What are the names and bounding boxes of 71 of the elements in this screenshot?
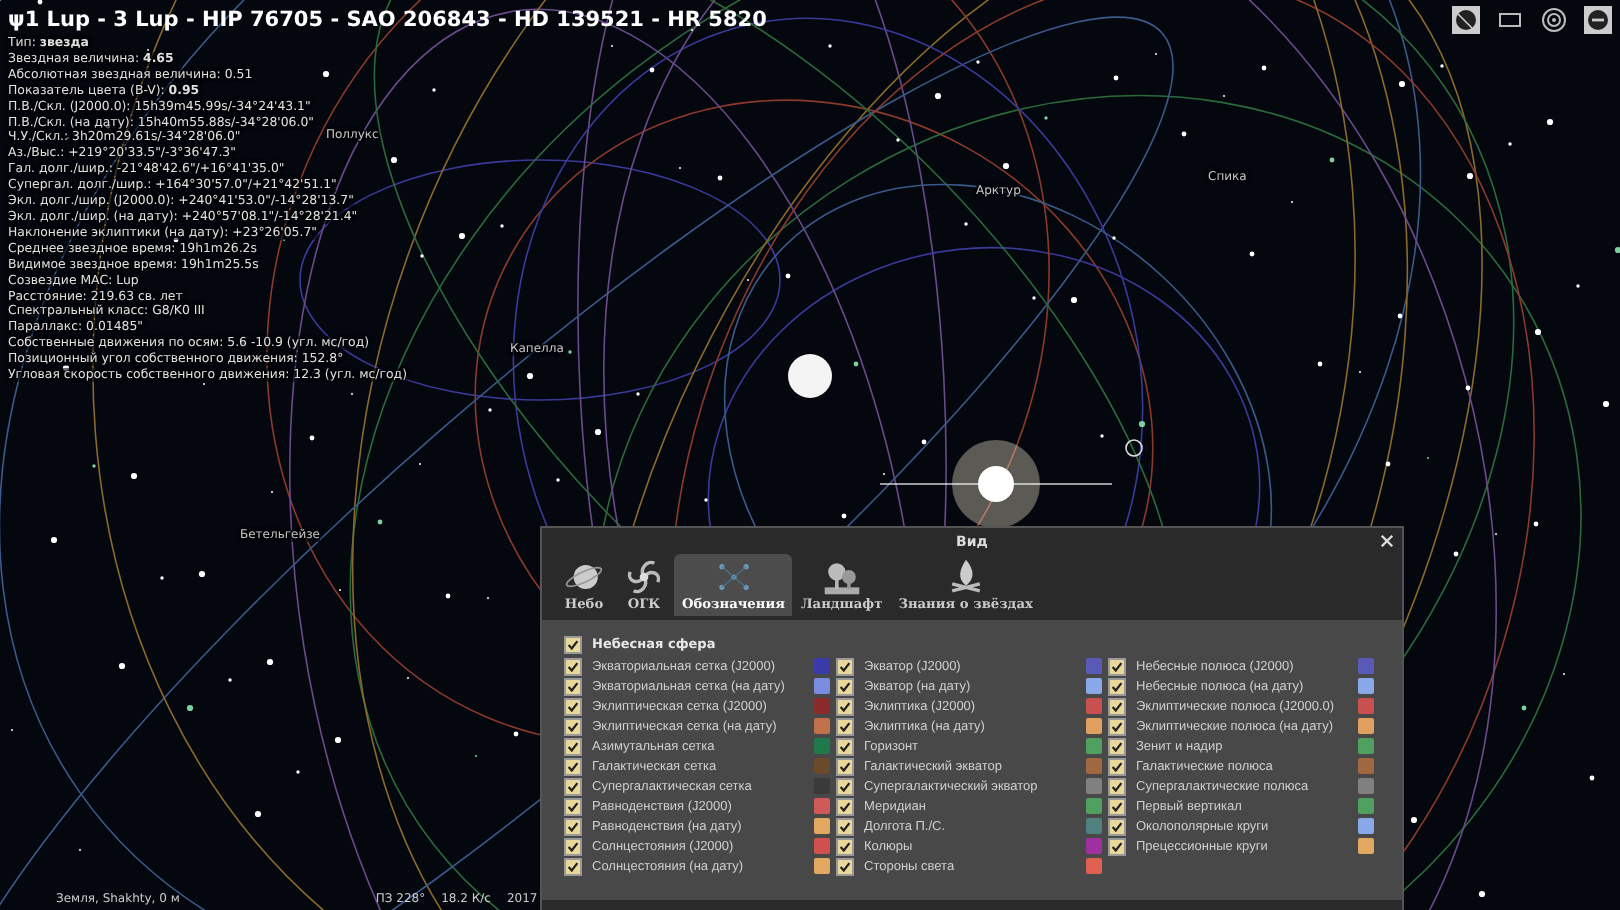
color-swatch[interactable]	[814, 678, 830, 694]
color-swatch[interactable]	[1086, 718, 1102, 734]
color-swatch[interactable]	[814, 658, 830, 674]
trees-icon	[819, 558, 864, 596]
checkbox[interactable]	[564, 737, 582, 755]
checkbox[interactable]	[836, 837, 854, 855]
color-swatch[interactable]	[1358, 658, 1374, 674]
color-swatch[interactable]	[814, 858, 830, 874]
color-swatch[interactable]	[814, 798, 830, 814]
checkbox[interactable]	[564, 657, 582, 675]
color-swatch[interactable]	[1358, 818, 1374, 834]
checkbox[interactable]	[564, 757, 582, 775]
color-swatch[interactable]	[1358, 758, 1374, 774]
checkbox[interactable]	[836, 857, 854, 875]
checkbox[interactable]	[564, 857, 582, 875]
color-swatch[interactable]	[1086, 698, 1102, 714]
checkbox[interactable]	[836, 697, 854, 715]
color-swatch[interactable]	[1358, 738, 1374, 754]
checkbox[interactable]	[836, 777, 854, 795]
color-swatch[interactable]	[1358, 838, 1374, 854]
color-swatch[interactable]	[1086, 798, 1102, 814]
checkbox[interactable]	[1108, 697, 1126, 715]
checkbox[interactable]	[564, 717, 582, 735]
checkbox[interactable]	[836, 717, 854, 735]
checkbox[interactable]	[564, 837, 582, 855]
checkbox[interactable]	[836, 817, 854, 835]
checkbox[interactable]	[1108, 737, 1126, 755]
checkbox[interactable]	[564, 817, 582, 835]
checkbox[interactable]	[836, 797, 854, 815]
color-swatch[interactable]	[1086, 838, 1102, 854]
color-swatch[interactable]	[814, 838, 830, 854]
checkbox[interactable]	[564, 697, 582, 715]
color-swatch[interactable]	[814, 718, 830, 734]
checkbox[interactable]	[1108, 717, 1126, 735]
object-title: ψ1 Lup - 3 Lup - HIP 76705 - SAO 206843 - HD 139521 - HR 5820	[8, 6, 767, 36]
checkbox[interactable]	[564, 635, 582, 653]
color-swatch[interactable]	[1358, 798, 1374, 814]
color-swatch[interactable]	[1086, 658, 1102, 674]
minus-circle-icon[interactable]	[1584, 6, 1612, 34]
checkbox[interactable]	[1108, 797, 1126, 815]
color-swatch[interactable]	[814, 738, 830, 754]
target-icon[interactable]	[1540, 6, 1568, 34]
color-swatch[interactable]	[1086, 678, 1102, 694]
color-swatch[interactable]	[1086, 818, 1102, 834]
color-swatch[interactable]	[1086, 738, 1102, 754]
color-swatch[interactable]	[1358, 678, 1374, 694]
checkbox[interactable]	[564, 677, 582, 695]
checkbox[interactable]	[564, 797, 582, 815]
color-swatch[interactable]	[1358, 698, 1374, 714]
spiral-galaxy-icon	[622, 558, 666, 596]
color-swatch[interactable]	[814, 758, 830, 774]
close-icon[interactable]	[1380, 534, 1394, 548]
checkbox[interactable]	[1108, 777, 1126, 795]
color-swatch[interactable]	[1358, 778, 1374, 794]
color-swatch[interactable]	[1086, 858, 1102, 874]
checkbox[interactable]	[1108, 657, 1126, 675]
checkbox[interactable]	[1108, 817, 1126, 835]
checkbox[interactable]	[564, 777, 582, 795]
color-swatch[interactable]	[814, 818, 830, 834]
checkbox[interactable]	[1108, 757, 1126, 775]
checkbox[interactable]	[836, 757, 854, 775]
color-swatch[interactable]	[814, 698, 830, 714]
checkbox[interactable]	[1108, 677, 1126, 695]
color-swatch[interactable]	[1358, 718, 1374, 734]
checkbox[interactable]	[1108, 837, 1126, 855]
checkbox[interactable]	[836, 737, 854, 755]
checkbox[interactable]	[836, 677, 854, 695]
color-swatch[interactable]	[1086, 778, 1102, 794]
color-swatch[interactable]	[1086, 758, 1102, 774]
striped-circle-icon[interactable]	[1452, 6, 1480, 34]
checkbox[interactable]	[836, 657, 854, 675]
